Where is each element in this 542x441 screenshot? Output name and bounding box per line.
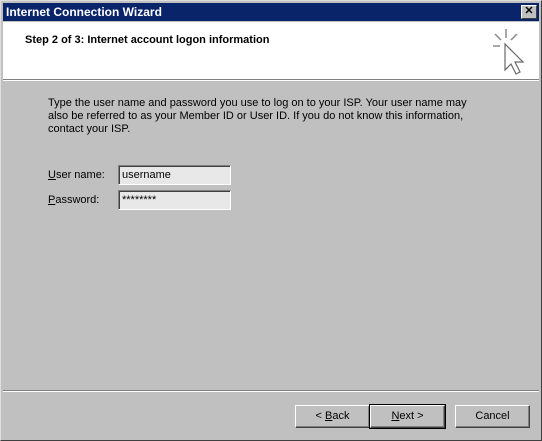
cancel-button[interactable]: Cancel xyxy=(455,405,530,428)
step-title: Step 2 of 3: Internet account logon info… xyxy=(25,34,270,46)
wizard-cursor-icon xyxy=(493,29,525,75)
title-bar[interactable]: Internet Connection Wizard ✕ xyxy=(3,3,539,21)
username-input[interactable] xyxy=(118,165,231,185)
password-label: Password: xyxy=(48,194,100,206)
footer-divider xyxy=(3,390,539,392)
wizard-header: Step 2 of 3: Internet account logon info… xyxy=(3,22,539,79)
username-label: User name: xyxy=(48,169,105,181)
close-icon: ✕ xyxy=(524,5,534,17)
wizard-window: Internet Connection Wizard ✕ Step 2 of 3… xyxy=(0,0,542,441)
close-button[interactable]: ✕ xyxy=(521,5,537,19)
window-title: Internet Connection Wizard xyxy=(6,5,162,19)
password-input[interactable] xyxy=(118,190,231,210)
next-button[interactable]: Next > xyxy=(369,404,446,429)
instructions-text: Type the user name and password you use … xyxy=(48,97,467,135)
header-divider xyxy=(3,79,539,81)
back-button[interactable]: < Back xyxy=(295,405,370,428)
